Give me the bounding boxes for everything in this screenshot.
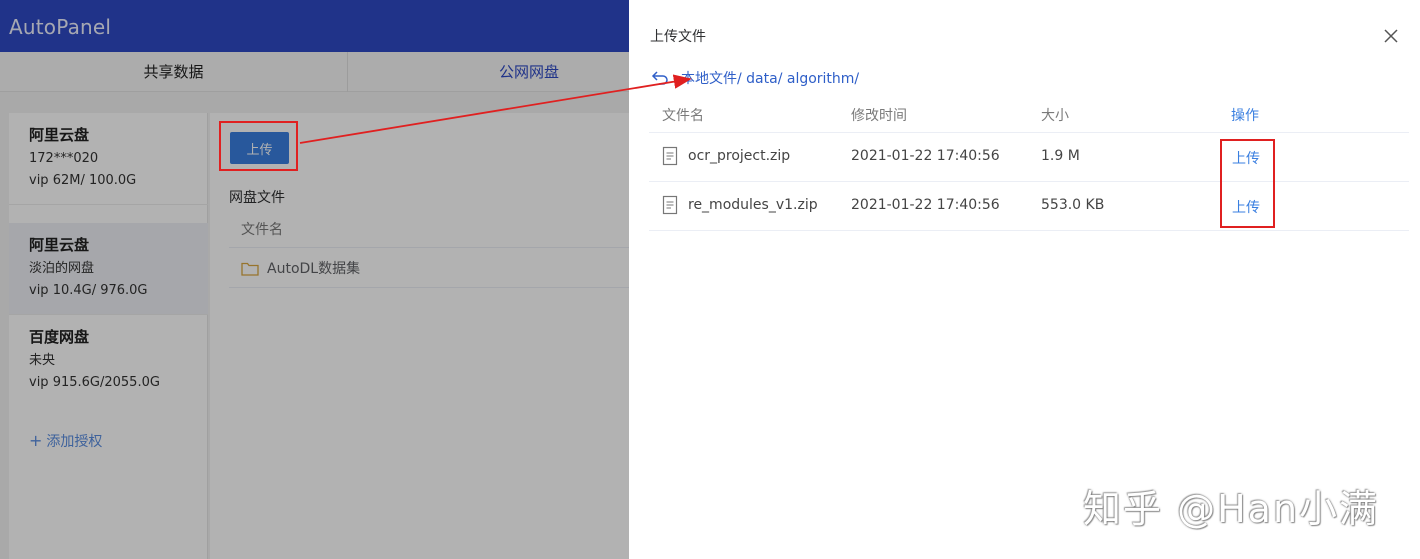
upload-drawer: 上传文件 本地文件/ data/ algorithm/ 文件名 修改时间 大小 … [629, 0, 1420, 559]
file-time: 2021-01-22 17:40:56 [851, 197, 1000, 213]
column-header-action: 操作 [1231, 108, 1259, 124]
drawer-title: 上传文件 [650, 29, 706, 45]
file-time: 2021-01-22 17:40:56 [851, 148, 1000, 164]
table-row: re_modules_v1.zip 2021-01-22 17:40:56 55… [649, 182, 1409, 231]
file-size: 1.9 M [1041, 148, 1080, 164]
breadcrumb-path[interactable]: 本地文件/ data/ algorithm/ [681, 68, 859, 88]
annotation-box-upload-button [219, 121, 298, 171]
modal-overlay[interactable] [0, 0, 629, 559]
file-size: 553.0 KB [1041, 197, 1105, 213]
back-arrow-icon[interactable] [651, 70, 669, 86]
table-header: 文件名 修改时间 大小 操作 [649, 95, 1409, 133]
column-header-name: 文件名 [662, 108, 704, 124]
column-header-time: 修改时间 [851, 108, 907, 124]
close-icon[interactable] [1381, 26, 1401, 46]
file-name: ocr_project.zip [688, 148, 791, 164]
file-icon [662, 146, 678, 166]
file-name-cell: re_modules_v1.zip [662, 195, 818, 215]
file-name-cell: ocr_project.zip [662, 146, 790, 166]
file-name: re_modules_v1.zip [688, 197, 818, 213]
file-icon [662, 195, 678, 215]
column-header-size: 大小 [1041, 108, 1069, 124]
annotation-box-upload-links [1220, 139, 1275, 228]
watermark: 知乎 @Han小满 [1083, 487, 1380, 531]
table-row: ocr_project.zip 2021-01-22 17:40:56 1.9 … [649, 133, 1409, 182]
local-file-table: 文件名 修改时间 大小 操作 ocr_project.zip 2021-01-2… [649, 95, 1409, 231]
breadcrumb: 本地文件/ data/ algorithm/ [651, 68, 859, 88]
